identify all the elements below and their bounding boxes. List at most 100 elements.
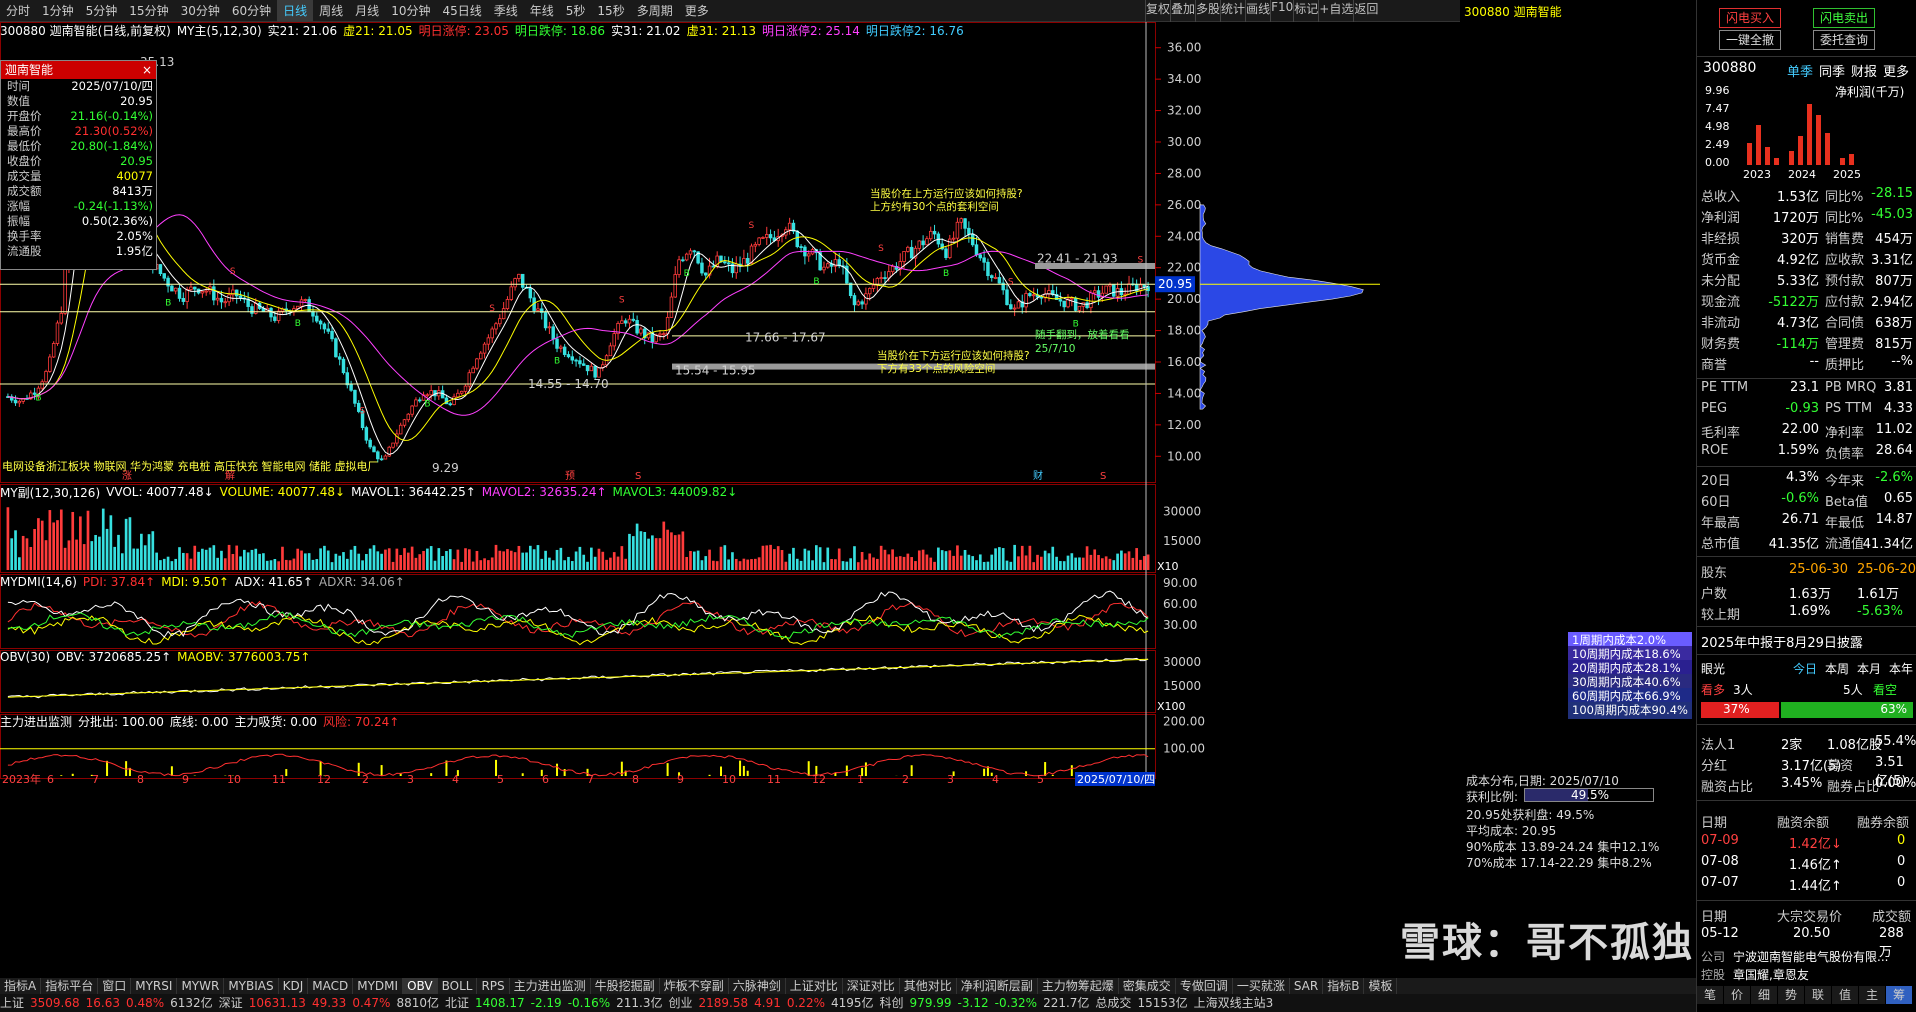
period-tab[interactable]: 季线 (488, 0, 524, 22)
cost-period-button[interactable]: 100周期内成本90.4% (1568, 702, 1692, 719)
period-tab[interactable]: 5秒 (560, 0, 592, 22)
period-tab[interactable]: 周线 (313, 0, 349, 22)
indicator-tab[interactable]: 炸板不穿副 (660, 978, 729, 994)
indicator-tab[interactable]: MYDMI (353, 978, 404, 994)
toolbar-button[interactable]: 画线 (1245, 0, 1270, 22)
indicator-tab[interactable]: 指标平台 (41, 978, 99, 994)
indicator-tab[interactable]: RPS (477, 978, 510, 994)
volume-bar (799, 560, 803, 570)
cancel-all-button[interactable]: 一键全撤 (1719, 30, 1781, 50)
volume-bar (1055, 556, 1058, 570)
panel-bottom-tab[interactable]: 联 (1805, 986, 1831, 1004)
indicator-tab[interactable]: 一买就涨 (1233, 978, 1290, 994)
period-tab[interactable]: 30分钟 (175, 0, 226, 22)
candle-body (48, 356, 52, 372)
main-indicator-name[interactable]: MY主(5,12,30) (177, 22, 262, 39)
eye-tab[interactable]: 本年 (1889, 660, 1913, 677)
toolbar-button[interactable]: +自选 (1318, 0, 1353, 22)
chart-area[interactable]: 10.00 12.00 14.00 16.00 18.00 20.00 22.00 24.00… (0, 22, 1460, 978)
indicator-tab[interactable]: 专做回调 (1176, 978, 1233, 994)
period-tab[interactable]: 15秒 (591, 0, 630, 22)
dmi-indicator-name[interactable]: MYDMI(14,6) (0, 575, 77, 589)
x-tick-label: 3 (947, 773, 954, 786)
toolbar-button[interactable]: F10 (1270, 0, 1293, 22)
indicator-tab[interactable]: MYWR (177, 978, 225, 994)
candle-body (867, 288, 872, 295)
indicator-tab[interactable]: OBV (403, 978, 438, 994)
period-tab[interactable]: 年线 (524, 0, 560, 22)
info-popup-header[interactable]: 迦南智能 × (1, 61, 156, 79)
fin-tab[interactable]: 单季 (1787, 61, 1813, 80)
period-tab[interactable]: 60分钟 (226, 0, 277, 22)
risk-line (7, 753, 1149, 777)
indicator-tab[interactable]: 密集成交 (1119, 978, 1176, 994)
eye-tab[interactable]: 本周 (1825, 660, 1849, 677)
period-tab[interactable]: 5分钟 (80, 0, 124, 22)
main-force-indicator-name[interactable]: 主力进出监测 (0, 713, 72, 730)
indicator-tab[interactable]: 深证对比 (843, 978, 900, 994)
indicator-tab[interactable]: 上证对比 (786, 978, 843, 994)
indicator-tab[interactable]: KDJ (279, 978, 309, 994)
candle-body (723, 261, 727, 264)
indicator-tab[interactable]: 指标B (1323, 978, 1365, 994)
panel-bottom-tab[interactable]: 主 (1859, 986, 1885, 1004)
indicator-tab[interactable]: MYBIAS (224, 978, 279, 994)
order-query-button[interactable]: 委托查询 (1813, 30, 1875, 50)
volume-bar (311, 559, 315, 570)
indicator-tab[interactable]: 牛股挖掘副 (591, 978, 660, 994)
toolbar-button[interactable]: 叠加 (1170, 0, 1195, 22)
indicator-tab[interactable]: 净利润断层副 (957, 978, 1038, 994)
fin-value: 1.59% (1777, 443, 1819, 458)
indicator-tab[interactable]: 其他对比 (900, 978, 957, 994)
fin-value: 807万 (1875, 274, 1913, 289)
flash-sell-button[interactable]: 闪电卖出 (1813, 8, 1875, 28)
toolbar-button[interactable]: 统计 (1220, 0, 1245, 22)
toolbar-button[interactable]: 标记 (1293, 0, 1318, 22)
indicator-tab[interactable]: 主力物筹起爆 (1038, 978, 1119, 994)
period-tab[interactable]: 45日线 (436, 0, 487, 22)
toolbar-button[interactable]: 多股 (1195, 0, 1220, 22)
panel-bottom-tab[interactable]: 笔 (1697, 986, 1723, 1004)
fin-tab[interactable]: 同季 (1819, 61, 1845, 80)
candle-body (1016, 301, 1021, 309)
volume-bar (956, 545, 959, 570)
toolbar-button[interactable]: 复权 (1145, 0, 1170, 22)
period-tab[interactable]: 15分钟 (123, 0, 174, 22)
indicator-tab[interactable]: MACD (308, 978, 354, 994)
indicator-tab[interactable]: 主力进出监测 (510, 978, 591, 994)
fin-tab[interactable]: 财报 (1851, 61, 1877, 80)
period-tab[interactable]: 10分钟 (385, 0, 436, 22)
obv-indicator-name[interactable]: OBV(30) (0, 650, 50, 664)
indicator-tab[interactable]: MYRSI (131, 978, 178, 994)
toolbar-button[interactable]: 返回 (1353, 0, 1378, 22)
period-tab[interactable]: 月线 (349, 0, 385, 22)
indicator-tab[interactable]: 模板 (1364, 978, 1398, 994)
close-icon[interactable]: × (142, 61, 152, 79)
fin-tab[interactable]: 更多 (1883, 61, 1909, 80)
volume-bar (242, 549, 246, 570)
indicator-tab[interactable]: 六脉神剑 (729, 978, 786, 994)
flash-buy-button[interactable]: 闪电买入 (1719, 8, 1781, 28)
period-tab[interactable]: 更多 (679, 0, 715, 22)
period-tab[interactable]: 多周期 (631, 0, 679, 22)
panel-bottom-tab[interactable]: 筹 (1886, 986, 1912, 1004)
indicator-tab[interactable]: SAR (1290, 978, 1324, 994)
indicator-tab[interactable]: 指标A (0, 978, 42, 994)
panel-bottom-tab[interactable]: 价 (1724, 986, 1750, 1004)
indicator-tab[interactable]: 窗口 (98, 978, 132, 994)
volume-bar (1089, 554, 1093, 570)
indicator-tab[interactable]: BOLL (438, 978, 478, 994)
volume-bar (235, 545, 239, 570)
panel-bottom-tab[interactable]: 势 (1778, 986, 1804, 1004)
period-tab[interactable]: 日线 (277, 0, 314, 22)
vol-indicator-name[interactable]: MY副(12,30,126) (0, 484, 100, 501)
period-tab[interactable]: 分时 (0, 0, 36, 22)
price-label: 15.54 - 15.95 (675, 364, 756, 378)
panel-bottom-tab[interactable]: 细 (1751, 986, 1777, 1004)
eye-tab[interactable]: 本月 (1857, 660, 1881, 677)
volume-bar (113, 546, 117, 570)
period-tab[interactable]: 1分钟 (36, 0, 80, 22)
volume-bar (437, 548, 441, 570)
panel-bottom-tab[interactable]: 值 (1832, 986, 1858, 1004)
eye-tab[interactable]: 今日 (1793, 660, 1817, 677)
